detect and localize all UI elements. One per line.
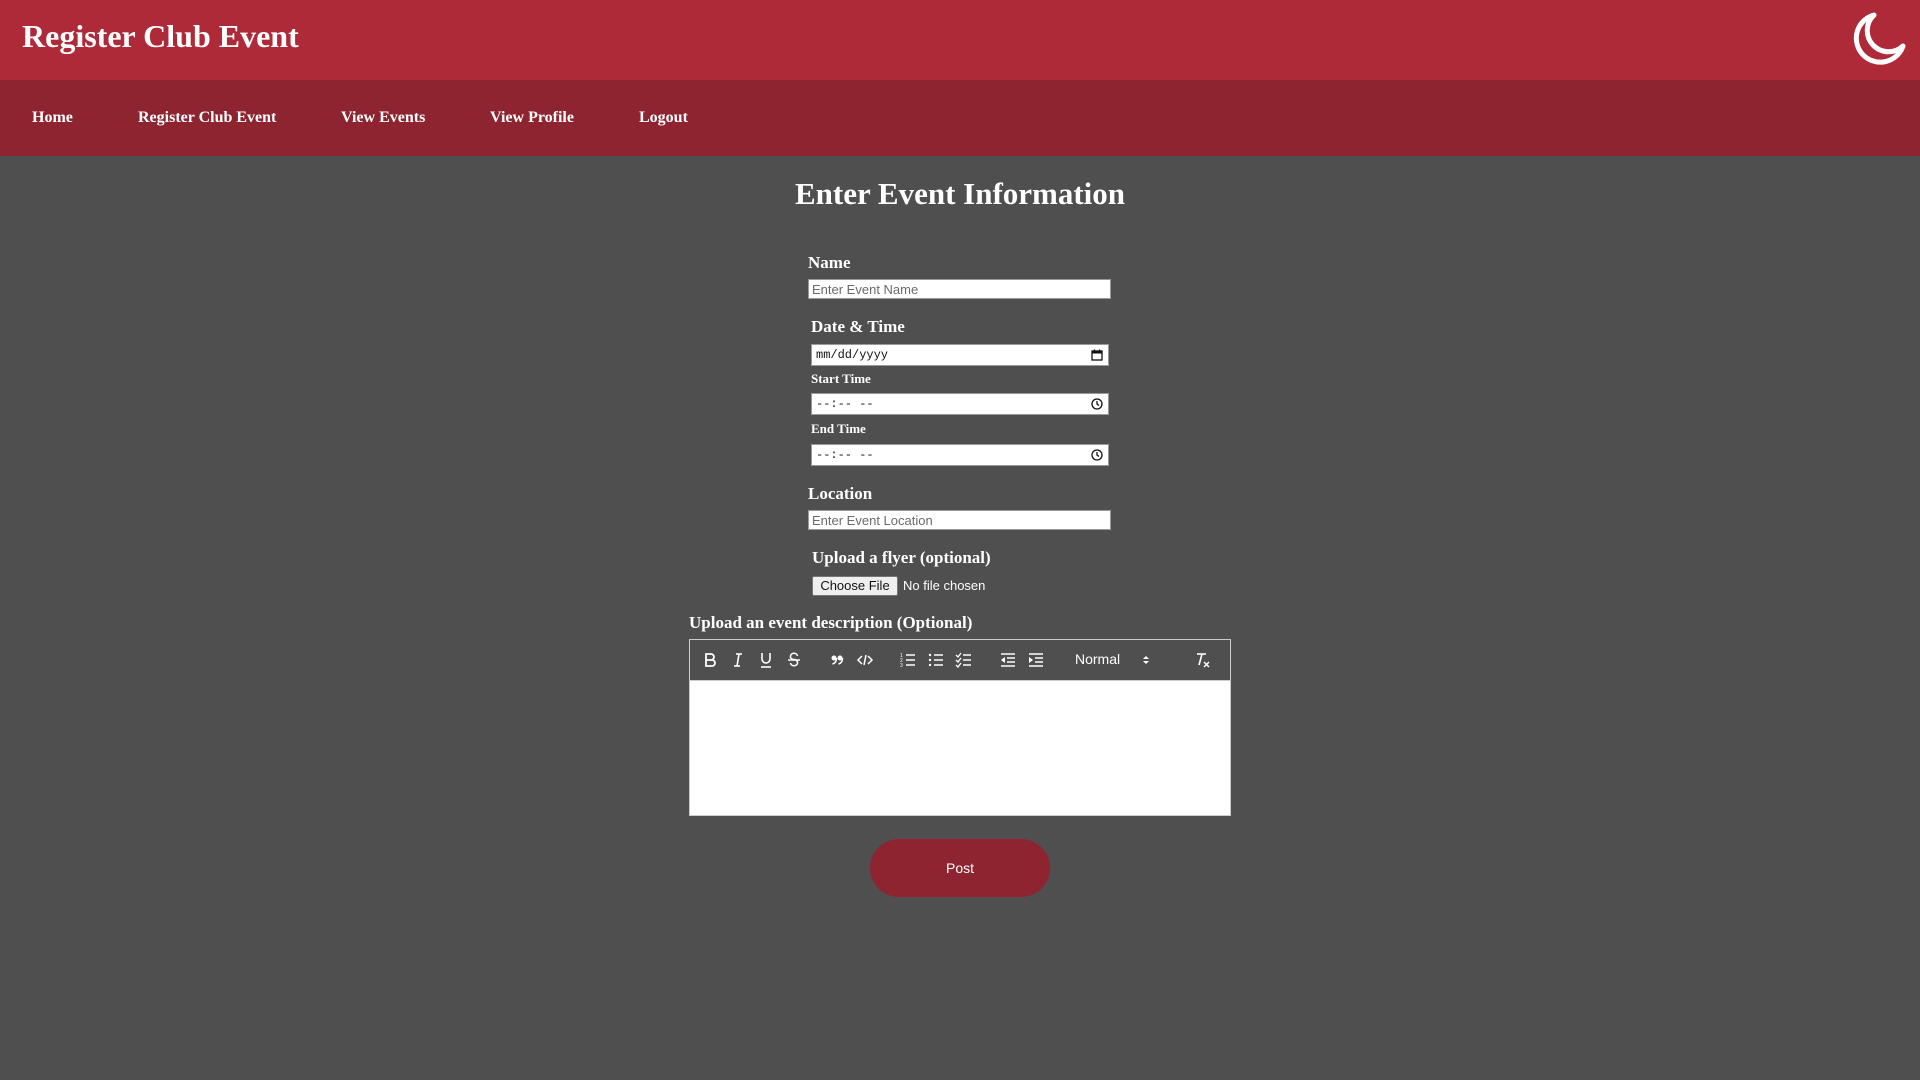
end-time-label: End Time: [811, 421, 866, 436]
flyer-label: Upload a flyer (optional): [812, 548, 991, 567]
start-time-input[interactable]: --:-- --: [811, 393, 1109, 415]
event-location-input[interactable]: [808, 510, 1111, 530]
start-time-placeholder: --:-- --: [816, 397, 874, 411]
post-button[interactable]: Post: [870, 839, 1050, 897]
checklist-icon[interactable]: [954, 651, 974, 669]
italic-icon[interactable]: [728, 651, 748, 669]
location-label: Location: [808, 484, 873, 503]
choose-file-button[interactable]: Choose File: [812, 576, 898, 596]
code-block-icon[interactable]: [855, 651, 875, 669]
file-status-text: No file chosen: [903, 578, 986, 593]
indent-icon[interactable]: [1026, 651, 1046, 669]
editor-toolbar: 123 Normal: [690, 640, 1230, 681]
header-format-value: Normal: [1075, 651, 1121, 667]
nav-item-logout[interactable]: Logout: [639, 109, 688, 127]
nav-item-home[interactable]: Home: [32, 109, 73, 127]
strikethrough-icon[interactable]: [784, 651, 804, 669]
underline-icon[interactable]: [756, 651, 776, 669]
nav-item-view-profile[interactable]: View Profile: [490, 109, 574, 127]
bullet-list-icon[interactable]: [926, 651, 946, 669]
nav-item-view-events[interactable]: View Events: [341, 109, 425, 127]
date-time-label: Date & Time: [811, 317, 905, 336]
end-time-input[interactable]: --:-- --: [811, 444, 1109, 466]
clear-format-icon[interactable]: [1192, 651, 1212, 669]
nav-bar: Home Register Club Event View Events Vie…: [0, 80, 1920, 156]
ordered-list-icon[interactable]: 123: [898, 651, 918, 669]
select-arrows-icon: [1141, 653, 1151, 667]
event-date-input[interactable]: mm/dd/yyyy: [811, 344, 1109, 366]
description-editor-area[interactable]: [690, 681, 1230, 815]
name-label: Name: [808, 253, 851, 272]
calendar-icon[interactable]: [1090, 348, 1104, 362]
event-name-input[interactable]: [808, 279, 1111, 299]
date-placeholder: mm/dd/yyyy: [816, 348, 889, 362]
start-time-label: Start Time: [811, 371, 871, 386]
clock-icon[interactable]: [1090, 448, 1104, 462]
blockquote-icon[interactable]: [827, 651, 847, 669]
bold-icon[interactable]: [700, 651, 720, 669]
page-title: Enter Event Information: [794, 176, 1126, 211]
nav-item-register-club-event[interactable]: Register Club Event: [138, 109, 276, 127]
rich-text-editor: 123 Normal: [689, 639, 1231, 816]
end-time-placeholder: --:-- --: [816, 448, 874, 462]
header-format-select[interactable]: Normal: [1075, 651, 1165, 669]
app-header: Register Club Event: [0, 0, 1920, 80]
outdent-icon[interactable]: [998, 651, 1018, 669]
clock-icon[interactable]: [1090, 397, 1104, 411]
svg-text:3: 3: [900, 663, 903, 669]
description-label: Upload an event description (Optional): [689, 613, 973, 632]
moon-icon[interactable]: [1848, 8, 1908, 70]
app-title: Register Club Event: [22, 18, 299, 54]
